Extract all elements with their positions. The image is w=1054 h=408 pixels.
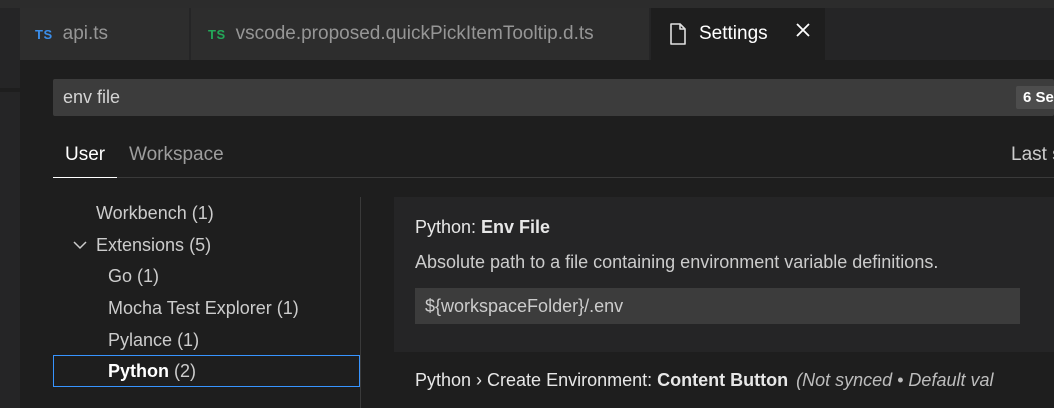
toc-python-text: Python (2): [108, 356, 196, 386]
toc-item-python-selected[interactable]: Python (2): [53, 355, 360, 387]
title-strip: [0, 0, 1054, 8]
toc-label: Python: [108, 361, 169, 381]
chevron-down-icon[interactable]: [73, 240, 87, 250]
toc-count: (1): [137, 266, 160, 286]
tab-bar-empty-space: [826, 8, 1054, 60]
toc-label: Pylance: [108, 330, 173, 350]
toc-item-extensions[interactable]: Extensions (5): [96, 229, 211, 261]
tab-workspace[interactable]: Workspace: [129, 135, 224, 178]
toc-item-workbench[interactable]: Workbench (1): [96, 197, 214, 229]
setting-title: Python: Env File: [415, 217, 550, 238]
tab-settings[interactable]: Settings: [651, 8, 825, 60]
settings-editor-window: TS api.ts TS vscode.proposed.quickPickIt…: [0, 0, 1054, 408]
setting-name: Content Button: [657, 370, 789, 390]
toc-count: (2): [174, 361, 197, 381]
gutter-divider: [0, 88, 20, 92]
close-icon[interactable]: [795, 22, 811, 38]
settings-search-input[interactable]: env file 6 Se: [53, 79, 1054, 116]
setting-category: Python › Create Environment:: [415, 370, 658, 390]
toc-count: (5): [189, 235, 212, 255]
tab-api-ts[interactable]: TS api.ts: [20, 8, 190, 60]
settings-scope-tabs: User Workspace Last s: [53, 135, 1054, 178]
search-value: env file: [63, 87, 121, 107]
toc-item-mocha-test-explorer[interactable]: Mocha Test Explorer (1): [108, 292, 299, 324]
toc-label: Mocha Test Explorer: [108, 298, 272, 318]
file-icon: [670, 23, 686, 45]
settings-table-of-contents: Workbench (1) Extensions (5) Go (1) Moch…: [53, 197, 360, 408]
setting-name: Env File: [481, 217, 551, 237]
tab-bar-edge: [0, 8, 20, 60]
setting-python-env-file: Python: Env File Absolute path to a file…: [394, 197, 1054, 352]
toc-count: (1): [191, 203, 214, 223]
env-file-input[interactable]: ${workspaceFolder}/.env: [415, 288, 1020, 324]
toc-label: Go: [108, 266, 133, 286]
toc-label: Extensions: [96, 235, 185, 255]
toc-count: (1): [177, 330, 200, 350]
last-synced-label: Last s: [1011, 144, 1054, 165]
setting-python-create-environment: Python › Create Environment: Content But…: [415, 370, 993, 391]
tab-label: Settings: [699, 23, 768, 44]
toc-divider: [360, 197, 361, 408]
setting-sync-meta: (Not synced • Default val: [796, 370, 994, 390]
toc-item-go[interactable]: Go (1): [108, 260, 159, 292]
toc-item-pylance[interactable]: Pylance (1): [108, 324, 199, 356]
toc-count: (1): [276, 298, 299, 318]
editor-tab-bar: TS api.ts TS vscode.proposed.quickPickIt…: [0, 8, 1054, 60]
left-gutter: [0, 60, 20, 408]
toc-label: Workbench: [96, 203, 187, 223]
tab-user[interactable]: User: [53, 135, 117, 178]
results-count-badge: 6 Se: [1016, 86, 1054, 109]
typescript-icon: TS: [35, 26, 53, 42]
setting-description: Absolute path to a file containing envir…: [415, 252, 939, 272]
tab-proposed-dts[interactable]: TS vscode.proposed.quickPickItemTooltip.…: [191, 8, 650, 60]
setting-category: Python:: [415, 217, 482, 237]
tab-label: vscode.proposed.quickPickItemTooltip.d.t…: [235, 23, 594, 44]
tab-label: api.ts: [62, 23, 109, 44]
typescript-icon: TS: [208, 26, 226, 42]
